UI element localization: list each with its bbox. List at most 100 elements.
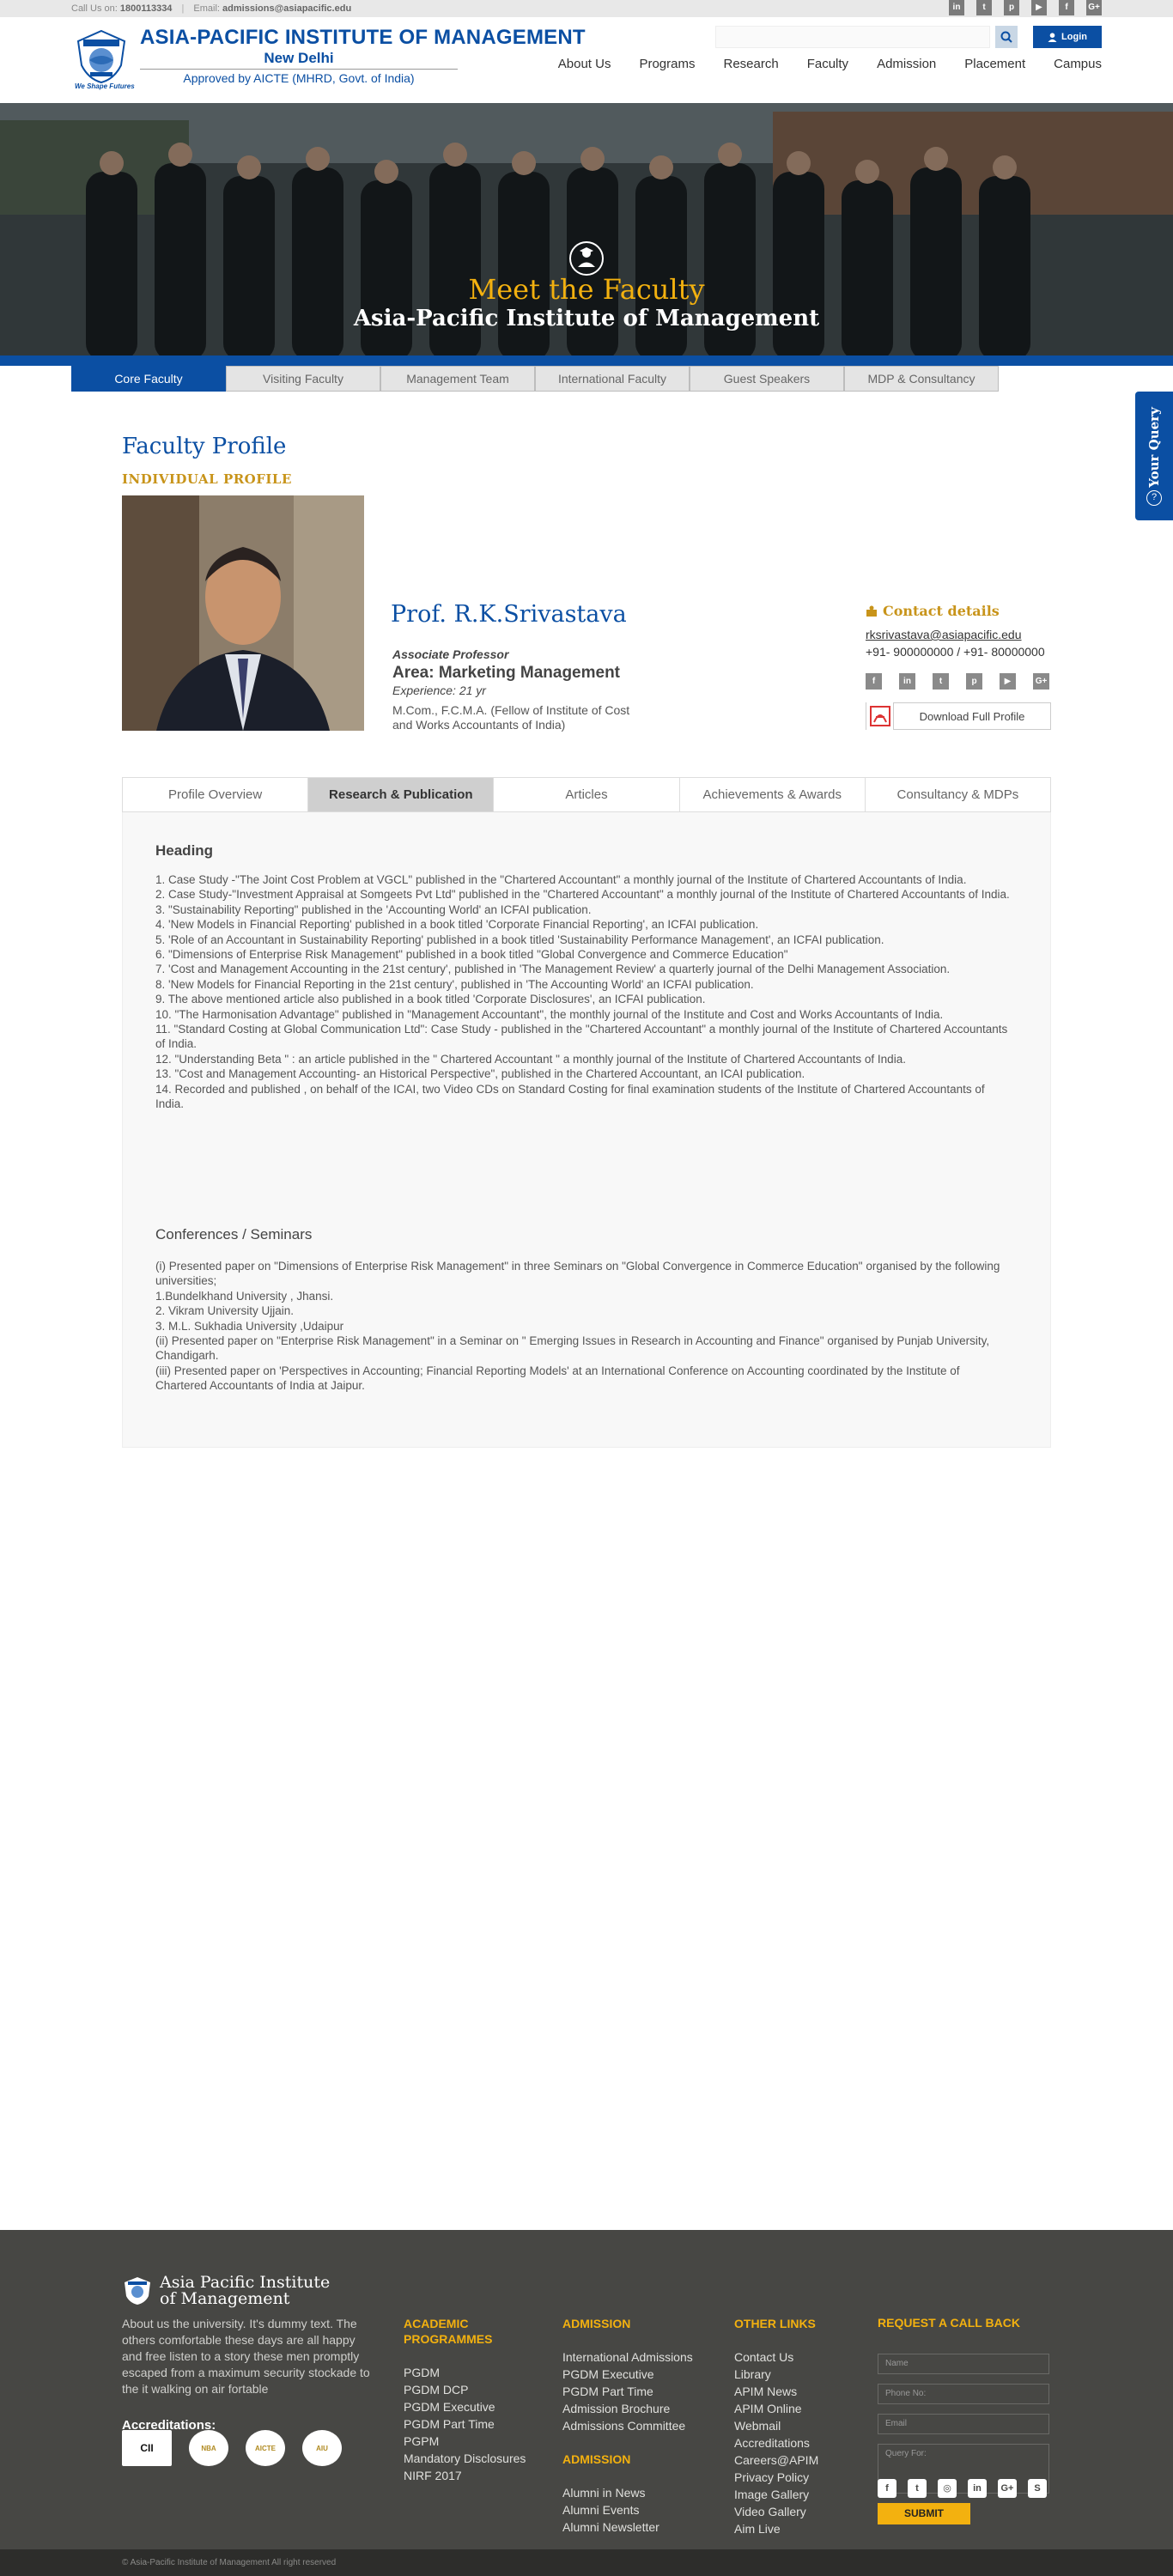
facebook-icon[interactable]: f — [1059, 0, 1074, 15]
footer-link[interactable]: Alumni Newsletter — [562, 2518, 717, 2536]
facebook-icon[interactable]: f — [866, 673, 882, 690]
linkedin-icon[interactable]: in — [899, 673, 915, 690]
call-number[interactable]: 1800113334 — [120, 3, 173, 14]
tab-research-publication[interactable]: Research & Publication — [308, 778, 495, 811]
nav-item-placement[interactable]: Placement — [964, 57, 1025, 71]
tab-core-faculty[interactable]: Core Faculty — [71, 366, 226, 392]
footer-link[interactable]: International Admissions — [562, 2348, 717, 2366]
footer-link[interactable]: Alumni Events — [562, 2501, 717, 2518]
footer-link[interactable]: Contact Us — [734, 2348, 872, 2366]
youtube-icon[interactable]: ▶ — [1031, 0, 1047, 15]
footer-link[interactable]: PGDM DCP — [404, 2381, 550, 2398]
faculty-tabs: Core Faculty Visiting Faculty Management… — [71, 366, 999, 392]
callback-name-field[interactable]: Name — [878, 2354, 1049, 2374]
nav-item-admission[interactable]: Admission — [877, 57, 936, 71]
tab-achievements-awards[interactable]: Achievements & Awards — [680, 778, 866, 811]
search-input[interactable] — [715, 26, 990, 48]
nav-item-faculty[interactable]: Faculty — [807, 57, 848, 71]
nav-item-about-us[interactable]: About Us — [558, 57, 611, 71]
submit-button[interactable]: SUBMIT — [878, 2503, 970, 2524]
footer-link[interactable]: Image Gallery — [734, 2486, 872, 2503]
footer-link[interactable]: PGDM Executive — [404, 2398, 550, 2415]
google-plus-icon[interactable]: G+ — [1086, 0, 1102, 15]
faculty-email-link[interactable]: rksrivastava@asiapacific.edu — [866, 628, 1022, 641]
nav-item-campus[interactable]: Campus — [1054, 57, 1102, 71]
admission-heading: ADMISSION — [562, 2317, 631, 2330]
faculty-area: Area: Marketing Management — [392, 664, 621, 682]
footer-link[interactable]: Privacy Policy — [734, 2469, 872, 2486]
top-email-link[interactable]: admissions@asiapacific.edu — [222, 3, 351, 14]
footer-link[interactable]: Webmail — [734, 2417, 872, 2434]
google-plus-icon[interactable]: G+ — [998, 2479, 1017, 2498]
footer-link[interactable]: APIM Online — [734, 2400, 872, 2417]
list-item: 13. "Cost and Management Accounting- an … — [155, 1067, 805, 1081]
top-separator: | — [181, 3, 185, 14]
tab-articles[interactable]: Articles — [494, 778, 680, 811]
footer-link[interactable]: Admissions Committee — [562, 2417, 717, 2434]
admission2-heading: ADMISSION — [562, 2452, 631, 2466]
download-profile-button[interactable]: Download Full Profile — [866, 702, 1051, 730]
tab-consultancy-mdps[interactable]: Consultancy & MDPs — [866, 778, 1050, 811]
search-button[interactable] — [995, 26, 1018, 48]
footer-social-icons: f t ◎ in G+ S — [878, 2479, 1047, 2498]
tab-profile-overview[interactable]: Profile Overview — [123, 778, 309, 811]
contact-card-icon — [866, 605, 877, 617]
linkedin-icon[interactable]: in — [968, 2479, 987, 2498]
tab-management-team[interactable]: Management Team — [380, 366, 535, 392]
footer-link[interactable]: PGDM Part Time — [562, 2383, 717, 2400]
footer-link[interactable]: PGPM — [404, 2433, 550, 2450]
faculty-social-icons: f in t p ▶ G+ — [866, 673, 1049, 690]
footer-link[interactable]: Mandatory Disclosures — [404, 2450, 550, 2467]
pinterest-icon[interactable]: p — [1004, 0, 1019, 15]
footer-link[interactable]: Alumni in News — [562, 2484, 717, 2501]
footer-link[interactable]: PGDM Part Time — [404, 2415, 550, 2433]
footer-link[interactable]: Admission Brochure — [562, 2400, 717, 2417]
footer-link[interactable]: Aim Live — [734, 2520, 872, 2537]
cii-badge: CII — [122, 2430, 172, 2466]
footer-logo[interactable]: Asia Pacific Institute of Management — [122, 2275, 330, 2307]
tab-international-faculty[interactable]: International Faculty — [535, 366, 690, 392]
linkedin-icon[interactable]: in — [949, 0, 964, 15]
twitter-icon[interactable]: t — [908, 2479, 927, 2498]
twitter-icon[interactable]: t — [976, 0, 992, 15]
footer-other-links-column: OTHER LINKS Contact Us Library APIM News… — [734, 2316, 872, 2537]
tab-guest-speakers[interactable]: Guest Speakers — [690, 366, 844, 392]
footer-link[interactable]: APIM News — [734, 2383, 872, 2400]
institute-emblem-icon — [125, 2277, 150, 2305]
nav-item-research[interactable]: Research — [724, 57, 779, 71]
other-links-heading: OTHER LINKS — [734, 2317, 816, 2330]
google-plus-icon[interactable]: G+ — [1033, 673, 1049, 690]
instagram-icon[interactable]: ◎ — [938, 2479, 957, 2498]
header: We Shape Futures ASIA-PACIFIC INSTITUTE … — [71, 17, 1102, 103]
nav-item-programs[interactable]: Programs — [639, 57, 695, 71]
footer-link[interactable]: Library — [734, 2366, 872, 2383]
callback-email-field[interactable]: Email — [878, 2414, 1049, 2434]
facebook-icon[interactable]: f — [878, 2479, 896, 2498]
site-logo[interactable]: We Shape Futures ASIA-PACIFIC INSTITUTE … — [71, 24, 586, 96]
footer-link[interactable]: Accreditations — [734, 2434, 872, 2451]
call-label: Call Us on: — [71, 3, 118, 14]
hero-subtitle: Asia-Pacific Institute of Management — [353, 306, 820, 331]
download-profile-label: Download Full Profile — [919, 709, 1025, 723]
tab-mdp-consultancy[interactable]: MDP & Consultancy — [844, 366, 999, 392]
footer-link[interactable]: PGDM — [404, 2364, 550, 2381]
callback-phone-field[interactable]: Phone No: — [878, 2384, 1049, 2404]
footer-link[interactable]: NIRF 2017 — [404, 2467, 550, 2484]
footer-link[interactable]: PGDM Executive — [562, 2366, 717, 2383]
list-item: 3. M.L. Sukhadia University ,Udaipur — [155, 1319, 344, 1333]
top-bar: Call Us on: 1800113334 | Email: admissio… — [0, 0, 1173, 17]
your-query-button[interactable]: Your Query ? — [1135, 392, 1173, 520]
login-button[interactable]: Login — [1033, 26, 1102, 48]
page-title: Faculty Profile — [122, 434, 287, 459]
youtube-icon[interactable]: ▶ — [1000, 673, 1016, 690]
footer-link[interactable]: Careers@APIM — [734, 2451, 872, 2469]
twitter-icon[interactable]: t — [933, 673, 949, 690]
academic-heading: ACADEMIC PROGRAMMES — [404, 2317, 493, 2346]
tab-visiting-faculty[interactable]: Visiting Faculty — [226, 366, 380, 392]
nba-badge: NBA — [189, 2430, 228, 2466]
list-item: 2. Vikram University Ujjain. — [155, 1304, 295, 1318]
footer-logo-line2: of Management — [160, 2289, 290, 2308]
footer-link[interactable]: Video Gallery — [734, 2503, 872, 2520]
skype-icon[interactable]: S — [1028, 2479, 1047, 2498]
pinterest-icon[interactable]: p — [966, 673, 982, 690]
